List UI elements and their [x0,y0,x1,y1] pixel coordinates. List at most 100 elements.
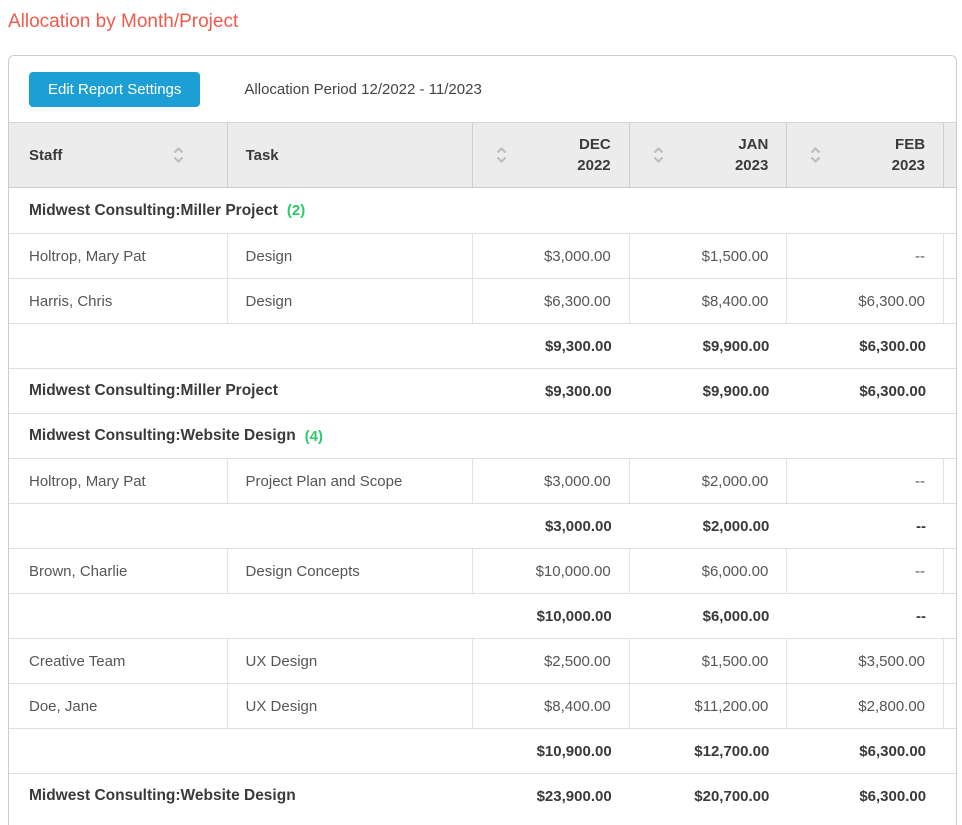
group-header-row: Midwest Consulting:Miller Project (2) [9,188,956,233]
value-cell: $8,400.00 [630,279,788,323]
group-total-row: Midwest Consulting:Miller Project$9,300.… [9,368,956,413]
table-body: Midwest Consulting:Miller Project (2) Holt… [9,188,956,818]
partial-cell [944,594,956,638]
column-header-dec-2022[interactable]: DEC2022 [473,123,630,187]
subtotal-value-cell: $10,900.00 [473,729,630,773]
subtotal-value-cell: -- [787,594,944,638]
column-header-task[interactable]: Task [228,123,473,187]
group-name-label: Midwest Consulting:Website Design [29,427,296,445]
subtotal-value-cell: -- [787,504,944,548]
partial-cell [944,549,956,593]
staff-header-label: Staff [29,147,62,164]
group-count-badge: (2) [287,202,305,219]
value-cell: $2,000.00 [630,459,788,503]
staff-cell: Harris, Chris [9,279,228,323]
table-row: Harris, ChrisDesign$6,300.00$8,400.00$6,… [9,278,956,323]
sort-icon [495,144,508,166]
task-cell-empty [228,324,473,368]
subtotal-value-cell: $3,000.00 [473,504,630,548]
group-header-cell: Midwest Consulting:Miller Project (2) [9,188,946,233]
total-value-cell: $20,700.00 [630,774,788,818]
partial-cell [944,459,956,503]
value-cell: -- [787,234,944,278]
sort-icon [809,144,822,166]
sort-icon [172,144,185,166]
partial-cell [944,369,956,413]
total-value-cell: $23,900.00 [473,774,630,818]
partial-cell [944,684,956,728]
subtotal-row: $9,300.00$9,900.00$6,300.00 [9,323,956,368]
partial-cell [944,324,956,368]
total-value-cell: $6,300.00 [787,369,944,413]
partial-cell [944,279,956,323]
column-header-staff[interactable]: Staff [9,123,228,187]
subtotal-value-cell: $2,000.00 [630,504,788,548]
value-cell: $6,000.00 [630,549,788,593]
task-cell: Design [228,279,473,323]
subtotal-value-cell: $9,900.00 [630,324,788,368]
subtotal-value-cell: $9,300.00 [473,324,630,368]
group-header-cell: Midwest Consulting:Website Design (4) [9,414,946,458]
task-cell-empty [228,504,473,548]
month-header-label: JAN2023 [735,134,768,176]
subtotal-value-cell: $6,300.00 [787,324,944,368]
value-cell: $3,500.00 [787,639,944,683]
subtotal-row: $3,000.00$2,000.00-- [9,503,956,548]
value-cell: -- [787,459,944,503]
value-cell: $6,300.00 [787,279,944,323]
value-cell: $6,300.00 [473,279,630,323]
task-cell: UX Design [228,684,473,728]
staff-cell-empty [9,324,228,368]
staff-cell-empty [9,504,228,548]
task-cell: Design Concepts [228,549,473,593]
value-cell: $1,500.00 [630,639,788,683]
group-name-label: Midwest Consulting:Miller Project [29,202,278,220]
value-cell: $10,000.00 [473,549,630,593]
subtotal-value-cell: $12,700.00 [630,729,788,773]
group-header-row: Midwest Consulting:Website Design (4) [9,413,956,458]
subtotal-value-cell: $6,300.00 [787,729,944,773]
staff-cell: Holtrop, Mary Pat [9,459,228,503]
staff-cell: Creative Team [9,639,228,683]
value-cell: $8,400.00 [473,684,630,728]
task-cell: UX Design [228,639,473,683]
value-cell: $11,200.00 [630,684,788,728]
report-panel: Edit Report Settings Allocation Period 1… [8,55,957,825]
value-cell: -- [787,549,944,593]
task-header-label: Task [246,147,279,164]
partial-cell [944,234,956,278]
group-count-badge: (4) [305,428,323,445]
subtotal-row: $10,900.00$12,700.00$6,300.00 [9,728,956,773]
total-value-cell: $9,300.00 [473,369,630,413]
value-cell: $1,500.00 [630,234,788,278]
task-cell-empty [228,594,473,638]
value-cell: $2,800.00 [787,684,944,728]
partial-cell [944,639,956,683]
column-header-feb-2023[interactable]: FEB2023 [787,123,944,187]
column-header-jan-2023[interactable]: JAN2023 [630,123,788,187]
table-header: Staff Task DEC2022 JAN2023 FEB2023 [9,122,956,188]
group-total-label: Midwest Consulting:Website Design [9,774,473,818]
staff-cell: Brown, Charlie [9,549,228,593]
edit-report-settings-button[interactable]: Edit Report Settings [29,72,200,107]
sort-icon [652,144,665,166]
task-cell: Design [228,234,473,278]
value-cell: $3,000.00 [473,459,630,503]
task-cell-empty [228,729,473,773]
subtotal-row: $10,000.00$6,000.00-- [9,593,956,638]
month-header-label: FEB2023 [892,134,925,176]
group-total-label: Midwest Consulting:Miller Project [9,369,473,413]
partial-cell [944,729,956,773]
staff-cell-empty [9,594,228,638]
page-title: Allocation by Month/Project [8,11,238,33]
staff-cell: Holtrop, Mary Pat [9,234,228,278]
table-row: Brown, CharlieDesign Concepts$10,000.00$… [9,548,956,593]
column-header-next-partial [944,123,956,187]
table-row: Doe, JaneUX Design$8,400.00$11,200.00$2,… [9,683,956,728]
value-cell: $2,500.00 [473,639,630,683]
partial-cell [944,504,956,548]
staff-cell-empty [9,729,228,773]
table-row: Holtrop, Mary PatProject Plan and Scope$… [9,458,956,503]
month-header-label: DEC2022 [577,134,610,176]
subtotal-value-cell: $10,000.00 [473,594,630,638]
